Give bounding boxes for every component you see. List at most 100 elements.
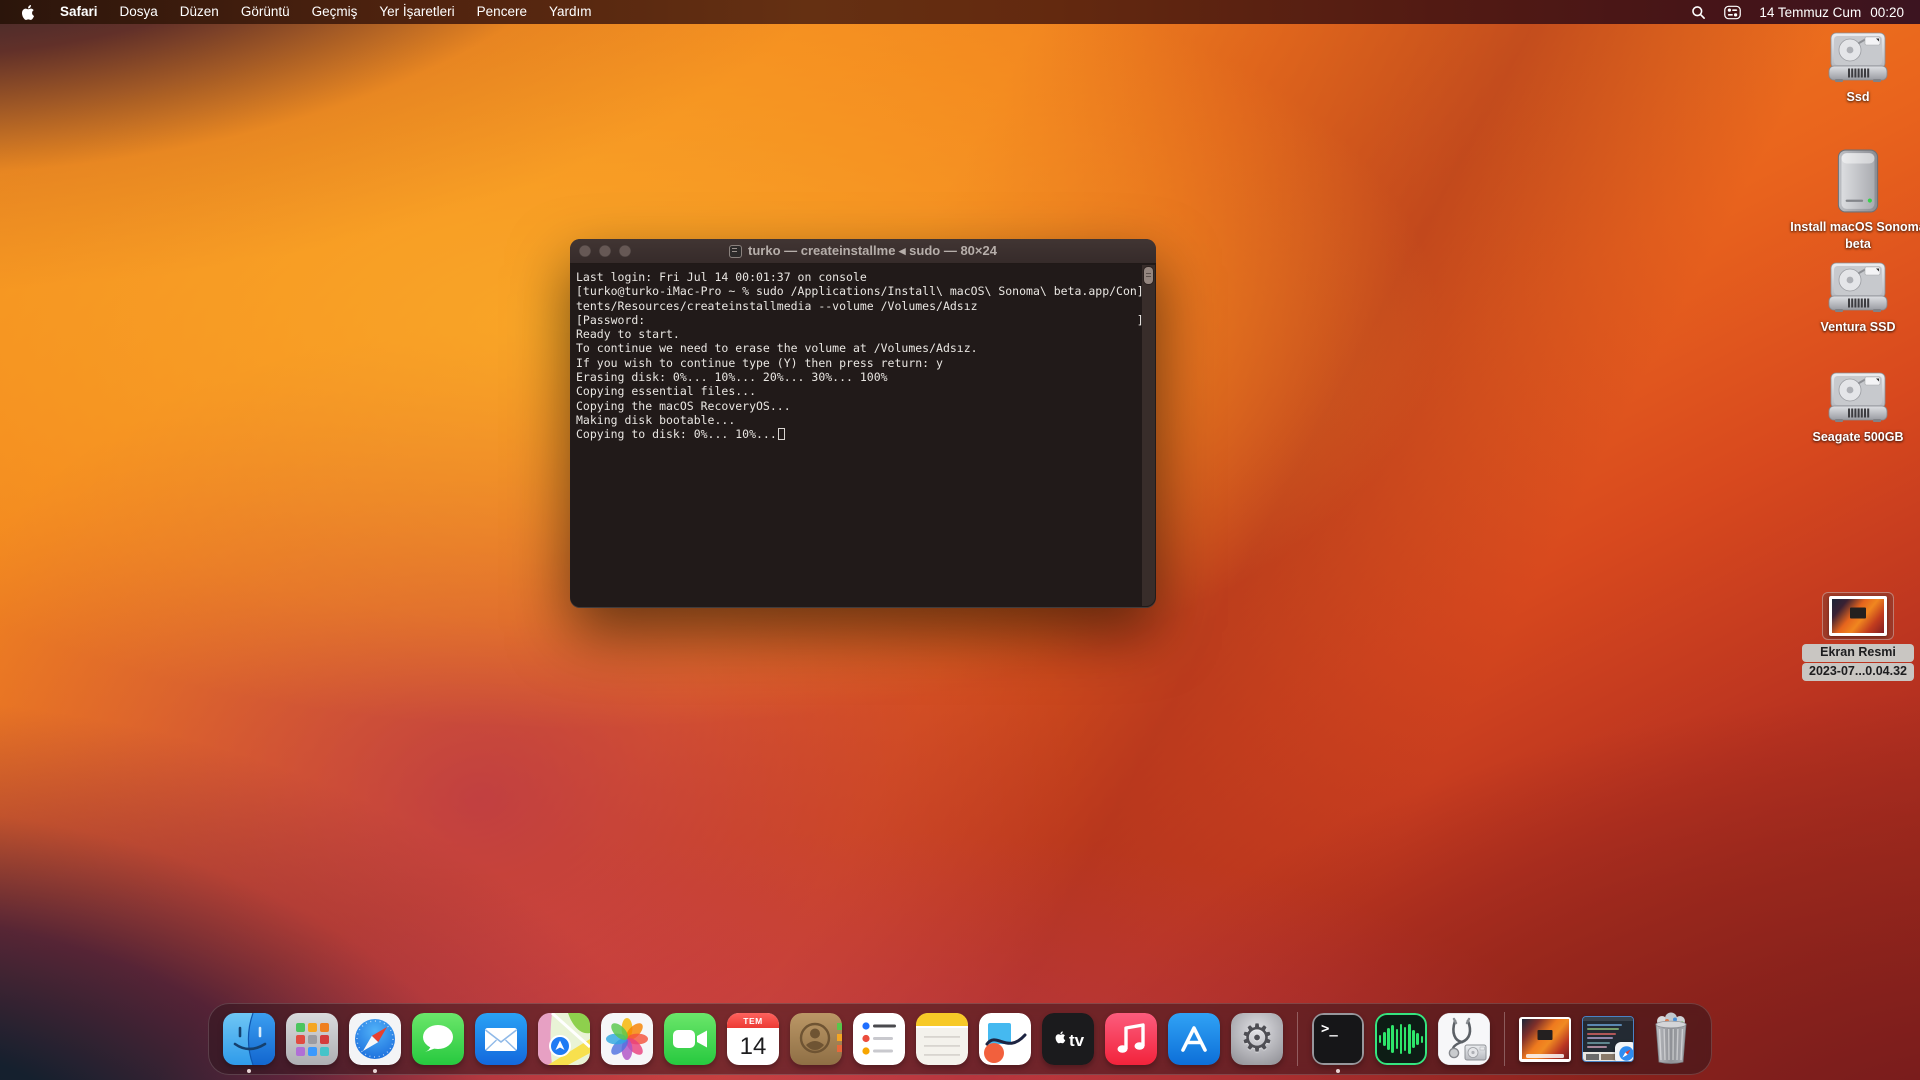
dock-item-apple-tv[interactable]: tv — [1042, 1013, 1094, 1065]
dock-item-mail[interactable] — [475, 1013, 527, 1065]
apple-logo-icon — [20, 4, 35, 21]
internal-drive — [1820, 368, 1896, 426]
terminal-cursor — [778, 428, 785, 440]
dock-item-contacts[interactable] — [790, 1013, 842, 1065]
dock-item-app-store[interactable] — [1168, 1013, 1220, 1065]
calendar-icon: TEM14 — [727, 1013, 779, 1065]
dock-item-reminders[interactable] — [853, 1013, 905, 1065]
dock-item-maps[interactable] — [538, 1013, 590, 1065]
menu-item-yardım[interactable]: Yardım — [538, 4, 603, 19]
disk-doctor-icon — [1438, 1013, 1490, 1065]
dock-item-terminal[interactable]: >_ — [1312, 1013, 1364, 1065]
menu-bar-left: SafariDosyaDüzenGörüntüGeçmişYer İşaretl… — [16, 0, 602, 24]
traffic-lights — [579, 245, 631, 257]
terminal-line: Copying essential files... — [576, 384, 1151, 398]
svg-text:tv: tv — [1069, 1031, 1085, 1050]
dock-item-messages[interactable] — [412, 1013, 464, 1065]
facetime-icon — [664, 1013, 716, 1065]
notes-icon — [916, 1013, 968, 1065]
dock-item-minimized-screenshot-window[interactable] — [1519, 1013, 1571, 1065]
terminal-window: turko — createinstallme ◂ sudo — 80×24 L… — [570, 239, 1156, 608]
desktop-icon-ssd[interactable]: Ssd — [1786, 28, 1920, 106]
terminal-scrollbar[interactable] — [1142, 265, 1155, 606]
menu-item-geçmiş[interactable]: Geçmiş — [301, 4, 369, 19]
menu-item-yer-i̇şaretleri[interactable]: Yer İşaretleri — [368, 4, 465, 19]
safari-icon — [349, 1013, 401, 1065]
dock-separator — [1504, 1012, 1505, 1066]
launchpad-icon — [286, 1013, 338, 1065]
dock-item-music[interactable] — [1105, 1013, 1157, 1065]
finder-icon — [223, 1013, 275, 1065]
dock-item-audio-waveform-app[interactable] — [1375, 1013, 1427, 1065]
calendar-month-label: TEM — [727, 1013, 779, 1028]
terminal-title-bar[interactable]: turko — createinstallme ◂ sudo — 80×24 — [570, 239, 1156, 264]
desktop-icon-label: Install macOS Sonoma beta — [1788, 219, 1920, 253]
apple-menu[interactable] — [16, 4, 47, 21]
dock: TEM14 tv ⚙ >_ — [208, 1003, 1712, 1075]
close-button[interactable] — [579, 245, 591, 257]
desktop-icon-ventura[interactable]: Ventura SSD — [1786, 258, 1920, 336]
menu-items: SafariDosyaDüzenGörüntüGeçmişYer İşaretl… — [49, 0, 602, 24]
minimized-safari-window — [1582, 1013, 1634, 1065]
reminders-icon — [853, 1013, 905, 1065]
desktop-icon-screenshot[interactable]: Ekran Resmi2023-07...0.04.32 — [1786, 592, 1920, 681]
desktop-icon-sonoma[interactable]: Install macOS Sonoma beta — [1786, 146, 1920, 253]
terminal-line: Copying the macOS RecoveryOS... — [576, 399, 1151, 413]
menu-item-düzen[interactable]: Düzen — [169, 4, 230, 19]
internal-drive — [1820, 258, 1896, 316]
contacts-icon — [790, 1013, 842, 1065]
menu-item-dosya[interactable]: Dosya — [109, 4, 169, 19]
running-indicator-dot — [373, 1069, 377, 1073]
dock-item-safari[interactable] — [349, 1013, 401, 1065]
screenshot-thumbnail — [1822, 592, 1894, 640]
audio-waveform-icon — [1375, 1013, 1427, 1065]
maps-icon — [538, 1013, 590, 1065]
dock-item-trash-full[interactable] — [1645, 1013, 1697, 1065]
dock-item-facetime[interactable] — [664, 1013, 716, 1065]
dock-item-disk-doctor[interactable] — [1438, 1013, 1490, 1065]
dock-item-launchpad[interactable] — [286, 1013, 338, 1065]
minimized-screenshot-window — [1519, 1013, 1571, 1065]
running-indicator-dot — [1336, 1069, 1340, 1073]
terminal-title: turko — createinstallme ◂ sudo — 80×24 — [570, 243, 1156, 259]
terminal-icon: >_ — [1312, 1013, 1364, 1065]
minimize-button[interactable] — [599, 245, 611, 257]
menu-item-pencere[interactable]: Pencere — [466, 4, 538, 19]
menu-item-görüntü[interactable]: Görüntü — [230, 4, 301, 19]
terminal-title-text: turko — createinstallme ◂ sudo — 80×24 — [748, 243, 997, 259]
control-center-icon[interactable] — [1724, 5, 1741, 20]
terminal-scrollbar-thumb[interactable] — [1144, 267, 1153, 284]
terminal-output: Last login: Fri Jul 14 00:01:37 on conso… — [570, 264, 1156, 442]
zoom-button[interactable] — [619, 245, 631, 257]
desktop-icon-label: Ventura SSD — [1820, 319, 1895, 336]
terminal-line: [turko@turko-iMac-Pro ~ % sudo /Applicat… — [576, 284, 1151, 298]
terminal-line: To continue we need to erase the volume … — [576, 341, 1151, 355]
terminal-proxy-icon — [729, 245, 742, 258]
desktop-screen: SafariDosyaDüzenGörüntüGeçmişYer İşaretl… — [0, 0, 1920, 1080]
dock-item-photos[interactable] — [601, 1013, 653, 1065]
dock-item-minimized-safari-window[interactable] — [1582, 1013, 1634, 1065]
menu-item-safari[interactable]: Safari — [49, 4, 109, 19]
terminal-line: [Password: ] — [576, 313, 1151, 327]
app-store-icon — [1168, 1013, 1220, 1065]
desktop-icon-label: Seagate 500GB — [1812, 429, 1903, 446]
apple-tv-icon: tv — [1042, 1013, 1094, 1065]
dock-item-notes[interactable] — [916, 1013, 968, 1065]
desktop-icon-seagate[interactable]: Seagate 500GB — [1786, 368, 1920, 446]
dock-item-freeform[interactable] — [979, 1013, 1031, 1065]
terminal-line: Last login: Fri Jul 14 00:01:37 on conso… — [576, 270, 1151, 284]
time-label: 00:20 — [1870, 5, 1904, 20]
trash-full-icon — [1645, 1013, 1697, 1065]
system-settings-icon: ⚙ — [1231, 1013, 1283, 1065]
dock-separator — [1297, 1012, 1298, 1066]
dock-item-system-settings[interactable]: ⚙ — [1231, 1013, 1283, 1065]
desktop-icon-label: Ssd — [1847, 89, 1870, 106]
external-drive — [1819, 146, 1897, 216]
photos-icon — [601, 1013, 653, 1065]
terminal-line: tents/Resources/createinstallmedia --vol… — [576, 299, 1151, 313]
dock-item-finder[interactable] — [223, 1013, 275, 1065]
terminal-line: Ready to start. — [576, 327, 1151, 341]
dock-item-calendar[interactable]: TEM14 — [727, 1013, 779, 1065]
search-icon[interactable] — [1691, 5, 1706, 20]
menu-bar-clock[interactable]: 14 Temmuz Cum 00:20 — [1759, 5, 1904, 20]
